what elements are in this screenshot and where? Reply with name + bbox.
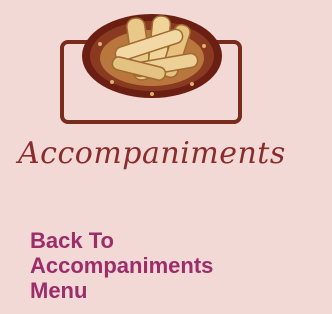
back-to-accompaniments-menu-link[interactable]: Back To Accompaniments Menu [30, 228, 320, 303]
back-link-line-3[interactable]: Menu [30, 278, 320, 303]
rolled-wafers-plate-icon [60, 14, 242, 124]
page-title: Accompaniments [18, 136, 286, 171]
back-link-line-1[interactable]: Back To [30, 228, 320, 253]
back-link-line-2[interactable]: Accompaniments [30, 253, 320, 278]
